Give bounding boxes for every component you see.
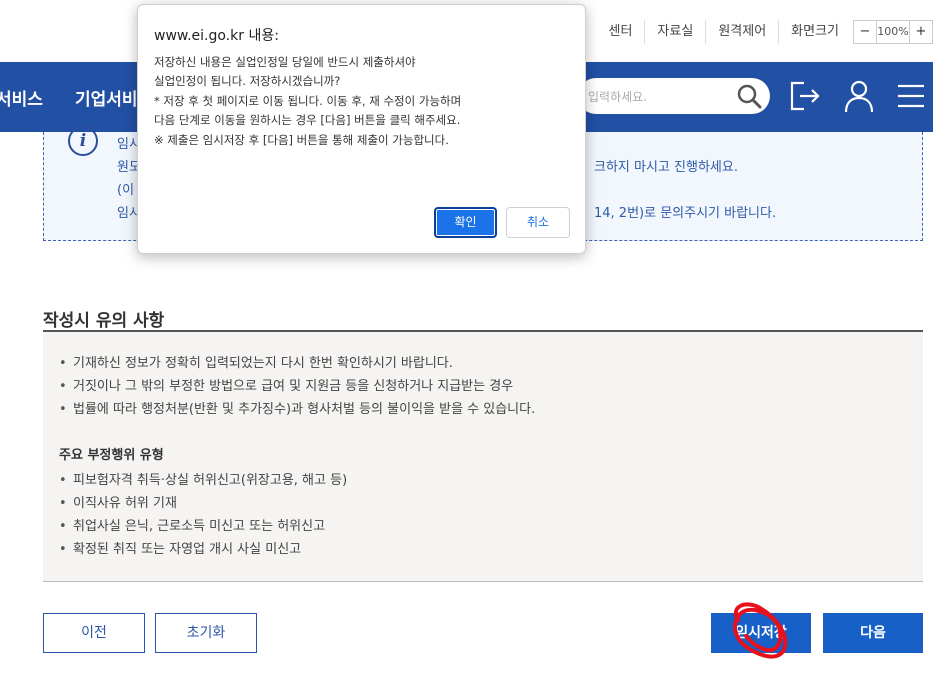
hamburger-menu-icon[interactable] bbox=[896, 78, 930, 114]
fraud-types-title: 주요 부정행위 유형 bbox=[59, 448, 164, 463]
temp-save-button[interactable]: 임시저장 bbox=[711, 613, 811, 653]
list-item: 기재하신 정보가 정확히 입력되었는지 다시 한번 확인하시기 바랍니다. bbox=[59, 352, 535, 375]
util-link-screen-size: 화면크기 bbox=[778, 20, 851, 44]
zoom-in-button[interactable]: + bbox=[910, 21, 932, 43]
zoom-out-button[interactable]: − bbox=[854, 21, 876, 43]
notice-line: (이 bbox=[117, 183, 135, 198]
caution-list: 기재하신 정보가 정확히 입력되었는지 다시 한번 확인하시기 바랍니다. 거짓… bbox=[59, 352, 535, 421]
dialog-ok-button[interactable]: 확인 bbox=[434, 207, 497, 238]
logout-icon[interactable] bbox=[788, 78, 822, 114]
util-link-archive[interactable]: 자료실 bbox=[644, 20, 705, 44]
notice-line-right: 14, 2번)로 문의주시기 바랍니다. bbox=[594, 206, 777, 221]
list-item: 거짓이나 그 밖의 부정한 방법으로 급여 및 지원금 등을 신청하거나 지급받… bbox=[59, 375, 535, 398]
dialog-cancel-button[interactable]: 취소 bbox=[506, 207, 570, 238]
list-item: 취업사실 은닉, 근로소득 미신고 또는 허위신고 bbox=[59, 515, 347, 538]
utility-links: 센터 자료실 원격제어 화면크기 − 100% + bbox=[597, 20, 933, 44]
nav-item-business-service[interactable]: 기업서비 bbox=[75, 85, 138, 110]
next-button[interactable]: 다음 bbox=[823, 613, 923, 653]
search-icon[interactable] bbox=[736, 83, 762, 109]
nav-item-service[interactable]: 서비스 bbox=[0, 85, 43, 110]
search-placeholder: 입력하세요. bbox=[588, 90, 648, 104]
section-title: 작성시 유의 사항 bbox=[43, 311, 165, 331]
caution-box: 기재하신 정보가 정확히 입력되었는지 다시 한번 확인하시기 바랍니다. 거짓… bbox=[43, 330, 923, 582]
util-link-center[interactable]: 센터 bbox=[597, 20, 645, 44]
fraud-type-list: 피보험자격 취득·상실 허위신고(위장고용, 해고 등) 이직사유 허위 기재 … bbox=[59, 469, 347, 561]
dialog-message-line: 다음 단계로 이동을 원하시는 경우 [다음] 버튼을 클릭 해주세요. bbox=[154, 113, 461, 127]
dialog-message-line: 실업인정이 됩니다. 저장하시겠습니까? bbox=[154, 74, 341, 88]
list-item: 피보험자격 취득·상실 허위신고(위장고용, 해고 등) bbox=[59, 469, 347, 492]
user-icon[interactable] bbox=[842, 78, 876, 114]
zoom-control: − 100% + bbox=[853, 20, 933, 44]
notice-line-right: 크하지 마시고 진행하세요. bbox=[594, 160, 738, 175]
util-link-remote-control[interactable]: 원격제어 bbox=[705, 20, 778, 44]
list-item: 이직사유 허위 기재 bbox=[59, 492, 347, 515]
dialog-title: www.ei.go.kr 내용: bbox=[154, 28, 279, 44]
zoom-value: 100% bbox=[876, 21, 910, 43]
search-box[interactable]: 입력하세요. bbox=[578, 78, 770, 114]
list-item: 확정된 취직 또는 자영업 개시 사실 미신고 bbox=[59, 538, 347, 561]
dialog-message-line: ※ 제출은 임시저장 후 [다음] 버튼을 통해 제출이 가능합니다. bbox=[154, 133, 449, 147]
dialog-message-line: * 저장 후 첫 페이지로 이동 됩니다. 이동 후, 재 수정이 가능하며 bbox=[154, 94, 462, 108]
info-icon: i bbox=[68, 126, 98, 156]
reset-button[interactable]: 초기화 bbox=[155, 613, 257, 653]
dialog-message-line: 저장하신 내용은 실업인정일 당일에 반드시 제출하셔야 bbox=[154, 55, 416, 69]
prev-button[interactable]: 이전 bbox=[43, 613, 145, 653]
list-item: 법률에 따라 행정처분(반환 및 추가징수)과 형사처벌 등의 불이익을 받을 … bbox=[59, 398, 535, 421]
confirm-dialog: www.ei.go.kr 내용: 저장하신 내용은 실업인정일 당일에 반드시 … bbox=[137, 4, 586, 254]
